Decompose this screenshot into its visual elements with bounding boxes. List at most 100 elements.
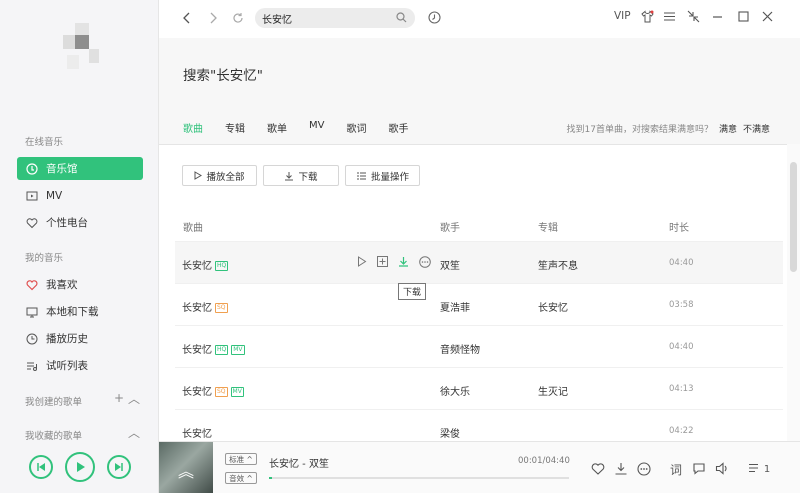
close-button[interactable] [761,10,774,26]
now-playing-title[interactable]: 长安忆 - 双笙 [269,455,329,470]
play-time: 00:01/04:40 [518,456,570,466]
album-cover[interactable]: ︽ [159,442,213,493]
album-cell[interactable]: 长安忆 [538,299,568,314]
chevron-up-icon[interactable]: ︿ [128,390,140,407]
table-row[interactable]: 长安忆 HQ MV 音频怪物 04:40 [175,325,783,367]
sidebar-item-music-hall[interactable]: 音乐馆 [17,157,143,180]
tab-playlists[interactable]: 歌单 [267,120,287,135]
sidebar-item-local-download[interactable]: 本地和下载 [17,300,143,323]
play-outline-icon [194,171,203,180]
mini-mode-button[interactable] [687,10,700,26]
play-button[interactable] [64,452,95,482]
sidebar-item-mv[interactable]: MV [17,184,143,207]
sq-badge: SQ [215,387,228,397]
lyrics-button[interactable]: 词 [670,461,682,478]
column-header-song[interactable]: 歌曲 [183,219,203,234]
row-add-button[interactable] [376,255,389,268]
player-more-button[interactable] [637,462,651,479]
sq-badge: SQ [215,303,228,313]
singer-cell[interactable]: 双笙 [440,257,460,272]
table-row[interactable]: 长安忆 SQ MV 徐大乐 生灭记 04:13 [175,367,783,409]
heart-icon [591,463,605,475]
column-header-duration[interactable]: 时长 [669,219,689,234]
tab-mv[interactable]: MV [309,120,324,135]
tab-lyrics[interactable]: 歌词 [346,120,366,135]
song-title-cell: 长安忆 HQ MV [182,341,245,356]
column-header-singer[interactable]: 歌手 [440,219,460,234]
vip-link[interactable]: VIP [614,10,631,22]
song-title-cell: 长安忆 [182,425,212,440]
singer-cell[interactable]: 夏浩菲 [440,299,470,314]
quality-label: 标准 [229,454,245,464]
minimize-button[interactable] [711,10,724,26]
duration-cell: 03:58 [669,300,694,310]
menu-button[interactable] [663,10,676,26]
download-label: 下载 [298,171,318,183]
singer-cell[interactable]: 音频怪物 [440,341,480,356]
mv-badge[interactable]: MV [231,345,245,355]
skin-button[interactable] [641,10,654,26]
singer-cell[interactable]: 徐大乐 [440,383,470,398]
tab-singers[interactable]: 歌手 [388,120,408,135]
quality-button[interactable]: 标准 ^ [225,453,257,465]
add-playlist-icon[interactable]: + [114,391,124,405]
playback-controls [0,441,159,493]
forward-button[interactable] [205,10,221,26]
table-row[interactable]: 长安忆 SQ 夏浩菲 长安忆 03:58 [175,283,783,325]
tab-songs[interactable]: 歌曲 [183,120,203,148]
album-cell[interactable]: 生灭记 [538,383,568,398]
column-header-album[interactable]: 专辑 [538,219,558,234]
chevron-up-icon: ^ [246,454,253,464]
playlist-count: 1 [763,464,771,475]
satisfied-link[interactable]: 满意 [719,125,737,135]
playlist-icon [749,463,758,473]
row-download-button[interactable] [397,255,410,268]
back-button[interactable] [179,10,195,26]
previous-button[interactable] [28,455,53,479]
duration-cell: 04:40 [669,258,694,268]
hq-badge: HQ [215,345,229,355]
chevron-up-icon[interactable]: ︿ [128,424,140,441]
sidebar-item-radio[interactable]: 个性电台 [17,211,143,234]
sidebar-item-favorites[interactable]: 我喜欢 [17,273,143,296]
section-title-online: 在线音乐 [25,137,64,148]
results-scrollbar[interactable] [787,144,800,441]
search-icon[interactable] [396,12,407,23]
row-play-button[interactable] [355,255,368,268]
playlist-button[interactable]: 1 [748,462,770,477]
download-button[interactable]: 下载 [263,165,339,186]
table-row[interactable]: 长安忆 HQ 双笙 笙声不息 04:40 [175,241,783,283]
album-cell[interactable]: 笙声不息 [538,257,578,272]
player-download-button[interactable] [614,462,628,478]
refresh-button[interactable] [230,10,246,26]
more-icon [418,255,431,268]
play-all-button[interactable]: 播放全部 [182,165,257,186]
mini-mode-icon [687,10,700,23]
mv-badge[interactable]: MV [230,387,244,397]
comment-button[interactable] [692,462,706,478]
maximize-button[interactable] [737,10,750,26]
batch-operation-button[interactable]: 批量操作 [345,165,420,186]
tab-albums[interactable]: 专辑 [225,120,245,135]
effect-button[interactable]: 音效 ^ [225,472,257,484]
scrollbar-thumb[interactable] [790,162,797,272]
player-bar: ︽ 标准 ^ 音效 ^ 长安忆 - 双笙 00:01/04:40 词 1 [159,441,800,493]
sidebar-item-label: 本地和下载 [46,306,99,318]
singer-cell[interactable]: 梁俊 [440,425,460,440]
expand-up-icon[interactable]: ︽ [178,458,194,482]
row-tools [355,255,431,268]
progress-bar[interactable] [269,477,569,479]
song-results: 播放全部 下载 批量操作 歌曲 歌手 专辑 时长 长安忆 HQ 双笙 笙声不息 0… [159,144,787,441]
next-button[interactable] [106,455,131,479]
table-row[interactable]: 长安忆 梁俊 04:22 [175,409,783,441]
download-icon [615,463,627,475]
row-more-button[interactable] [418,255,431,268]
duration-cell: 04:22 [669,426,694,436]
search-input[interactable]: 长安忆 [255,8,415,28]
volume-button[interactable] [715,462,729,478]
unsatisfied-link[interactable]: 不满意 [743,125,770,135]
sidebar-item-history[interactable]: 播放历史 [17,327,143,350]
sidebar-item-trial-list[interactable]: 试听列表 [17,354,143,377]
listen-recognize-button[interactable] [428,11,441,27]
like-button[interactable] [591,462,605,478]
